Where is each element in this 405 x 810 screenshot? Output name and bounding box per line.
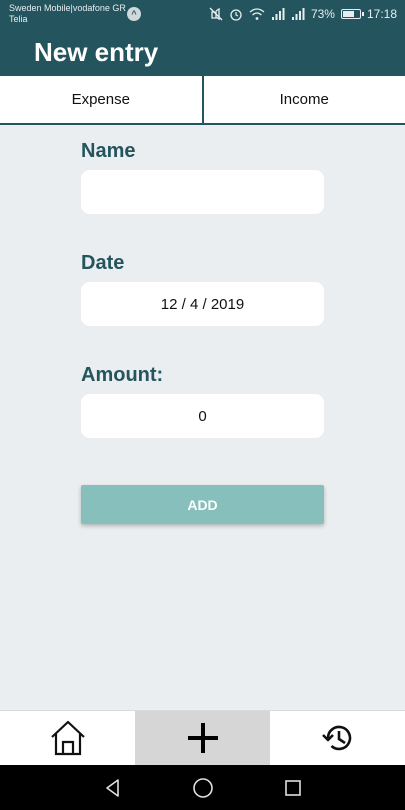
amount-input[interactable] <box>81 394 324 438</box>
nav-history[interactable] <box>270 711 405 765</box>
bottom-nav <box>0 710 405 765</box>
entry-type-tabs: Expense Income <box>0 76 405 125</box>
app-header: New entry <box>0 28 405 76</box>
clock: 17:18 <box>366 7 397 21</box>
back-icon <box>105 778 119 797</box>
battery-icon <box>340 9 364 19</box>
carrier-line-1: Sweden Mobile|vodafone GR <box>9 3 126 13</box>
date-label: Date <box>81 252 125 274</box>
battery-percent: 73% <box>310 7 335 21</box>
nav-add[interactable] <box>135 711 270 765</box>
mute-icon <box>209 7 223 21</box>
wifi-icon <box>249 8 265 20</box>
amount-label: Amount: <box>81 364 164 386</box>
signal-icon-2 <box>291 8 305 20</box>
carrier-info: Sweden Mobile|vodafone GR Telia <box>9 3 126 25</box>
system-home-button[interactable] <box>158 765 248 810</box>
battery-fill <box>342 11 354 17</box>
recents-icon <box>284 779 301 796</box>
history-icon <box>321 725 351 751</box>
add-button[interactable]: ADD <box>81 485 324 524</box>
name-input[interactable] <box>81 170 324 214</box>
add-icon <box>187 723 218 753</box>
system-recents-button[interactable] <box>248 765 338 810</box>
signal-icon-1 <box>271 8 285 20</box>
page-title: New entry <box>34 37 159 67</box>
alarm-icon <box>230 9 242 21</box>
tab-income[interactable]: Income <box>201 76 405 123</box>
status-indicators: 73% 17:18 <box>209 6 397 22</box>
date-picker[interactable]: 12 / 4 / 2019 <box>81 282 324 326</box>
carrier-line-2: Telia <box>9 14 28 24</box>
tab-expense[interactable]: Expense <box>0 76 202 123</box>
system-back-button[interactable] <box>68 765 158 810</box>
name-label: Name <box>81 140 136 162</box>
notification-icon: ^ <box>127 7 141 21</box>
entry-form: Name Date 12 / 4 / 2019 Amount: <box>81 140 324 476</box>
home-icon <box>50 720 85 756</box>
status-bar: Sweden Mobile|vodafone GR Telia ^ 73% 17… <box>0 0 405 28</box>
system-nav-bar <box>0 765 405 810</box>
home-circle-icon <box>192 777 213 798</box>
nav-home[interactable] <box>0 711 135 765</box>
